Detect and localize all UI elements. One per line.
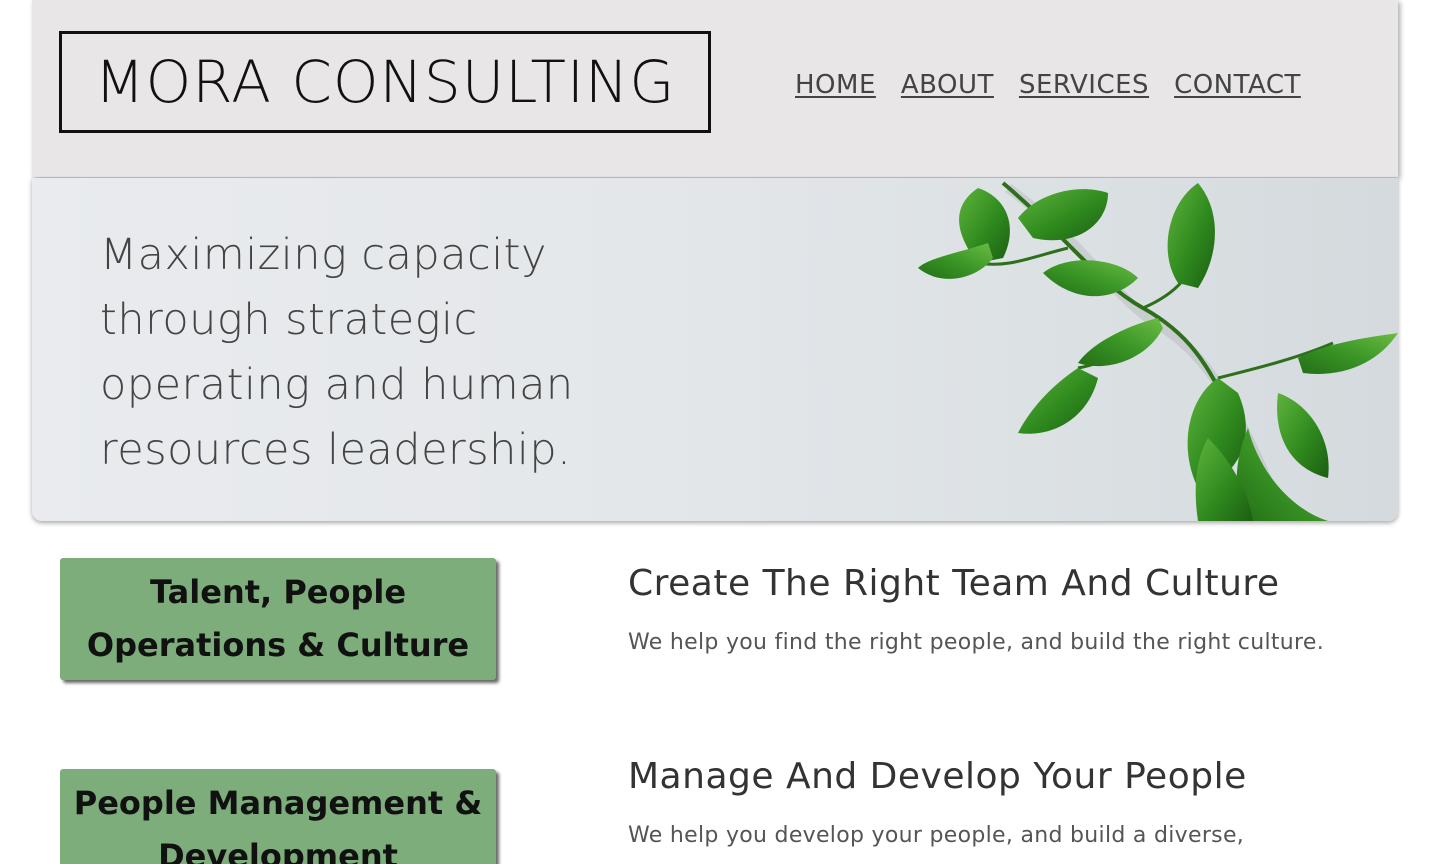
hero-tagline: Maximizing capacity through strategic op… [100, 223, 620, 483]
hero-tagline-line: resources leadership. [100, 425, 572, 475]
logo[interactable]: MORA CONSULTING [59, 31, 711, 133]
hero-banner: Maximizing capacity through strategic op… [32, 178, 1398, 521]
nav-contact-link[interactable]: CONTACT [1174, 70, 1301, 100]
nav-home-link[interactable]: HOME [795, 70, 876, 100]
service-button-label: People Management & [73, 784, 483, 822]
service-button-label: Operations & Culture [86, 626, 470, 664]
logo-text: MORA CONSULTING [94, 48, 676, 116]
service-heading: Manage And Develop Your People [628, 756, 1247, 797]
green-plant-leaves-image [918, 181, 1398, 521]
hero-tagline-line: Maximizing capacity [100, 230, 547, 280]
hero-tagline-line: operating and human [100, 360, 574, 410]
hero-tagline-line: through strategic [100, 295, 478, 345]
nav-about-link[interactable]: ABOUT [901, 70, 994, 100]
service-button-people-management[interactable]: People Management & Development [60, 769, 496, 864]
service-heading: Create The Right Team And Culture [628, 563, 1280, 604]
main-nav: HOME ABOUT SERVICES CONTACT [795, 70, 1301, 100]
page: MORA CONSULTING HOME ABOUT SERVICES CONT… [0, 0, 1429, 864]
service-description: We help you find the right people, and b… [628, 630, 1325, 655]
service-button-label: Development [158, 837, 398, 864]
service-description: We help you develop your people, and bui… [628, 823, 1245, 848]
service-button-talent[interactable]: Talent, People Operations & Culture [60, 558, 496, 680]
nav-services-link[interactable]: SERVICES [1019, 70, 1149, 100]
site-header: MORA CONSULTING HOME ABOUT SERVICES CONT… [32, 0, 1398, 177]
service-button-label: Talent, People [149, 573, 407, 611]
